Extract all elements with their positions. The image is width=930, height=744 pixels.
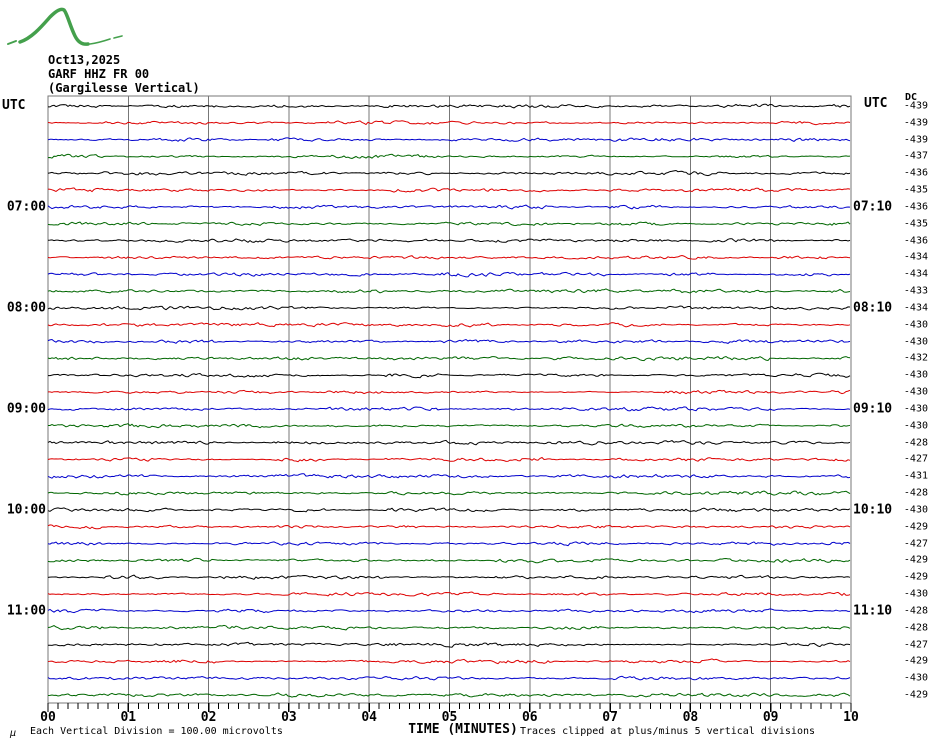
dc-value-10:00: -430 xyxy=(903,504,928,516)
x-tick-label-09: 09 xyxy=(762,710,779,725)
microvolt-scale-icon: µ xyxy=(10,728,17,739)
dc-value-09:50: -428 xyxy=(903,487,928,499)
dc-value-07:40: -434 xyxy=(903,268,928,280)
hour-label-right-11:10: 11:10 xyxy=(853,603,893,619)
dc-value-06:50: -435 xyxy=(903,184,928,196)
dc-value-11:40: -430 xyxy=(903,672,928,684)
hour-label-right-07:10: 07:10 xyxy=(853,199,893,215)
x-tick-label-04: 04 xyxy=(361,710,378,725)
x-tick-label-01: 01 xyxy=(120,710,137,725)
dc-value-10:10: -429 xyxy=(903,521,928,533)
x-tick-label-06: 06 xyxy=(521,710,538,725)
dc-value-09:00: -430 xyxy=(903,403,928,415)
dc-value-09:40: -431 xyxy=(903,470,928,482)
x-tick-label-00: 00 xyxy=(40,710,56,725)
dc-value-08:10: -430 xyxy=(903,319,928,331)
helicorder-page: Oct13,2025 GARF HHZ FR 00 (Gargilesse Vert… xyxy=(0,0,930,744)
x-tick-label-10: 10 xyxy=(843,710,859,725)
dc-value-07:20: -436 xyxy=(903,235,928,247)
dc-value-08:20: -430 xyxy=(903,336,928,348)
dc-value-10:30: -429 xyxy=(903,554,928,566)
x-tick-label-02: 02 xyxy=(200,710,217,725)
hour-label-left-07:00: 07:00 xyxy=(6,199,46,215)
dc-value-07:00: -436 xyxy=(903,201,928,213)
hour-label-left-10:00: 10:00 xyxy=(6,502,46,518)
hour-label-left-08:00: 08:00 xyxy=(6,300,46,316)
dc-value-11:00: -428 xyxy=(903,605,928,617)
dc-value-08:00: -434 xyxy=(903,302,928,314)
x-tick-label-07: 07 xyxy=(602,710,618,725)
x-tick-label-03: 03 xyxy=(281,710,297,725)
dc-value-08:40: -430 xyxy=(903,369,928,381)
hour-label-right-10:10: 10:10 xyxy=(853,502,893,518)
x-axis-title: TIME (MINUTES) xyxy=(408,722,518,737)
dc-value-07:50: -433 xyxy=(903,285,928,297)
hour-label-right-09:10: 09:10 xyxy=(853,401,893,417)
dc-value-10:20: -427 xyxy=(903,538,928,550)
dc-value-08:50: -430 xyxy=(903,386,928,398)
dc-value-11:10: -428 xyxy=(903,622,928,634)
dc-value-09:30: -427 xyxy=(903,453,928,465)
dc-value-11:30: -429 xyxy=(903,655,928,667)
hour-label-left-11:00: 11:00 xyxy=(6,603,46,619)
dc-value-07:30: -434 xyxy=(903,251,928,263)
dc-value-09:10: -430 xyxy=(903,420,928,432)
dc-value-06:40: -436 xyxy=(903,167,928,179)
dc-value-11:20: -427 xyxy=(903,639,928,651)
dc-value-06:20: -439 xyxy=(903,134,928,146)
dc-value-09:20: -428 xyxy=(903,437,928,449)
dc-value-06:00: -439 xyxy=(903,100,928,112)
dc-value-10:50: -430 xyxy=(903,588,928,600)
hour-label-left-09:00: 09:00 xyxy=(6,401,46,417)
dc-value-06:10: -439 xyxy=(903,117,928,129)
footnote-scale: Each Vertical Division = 100.00 microvol… xyxy=(30,726,283,737)
dc-value-11:50: -429 xyxy=(903,689,928,701)
x-tick-label-08: 08 xyxy=(682,710,699,725)
hour-label-right-08:10: 08:10 xyxy=(853,300,893,316)
dc-value-06:30: -437 xyxy=(903,150,928,162)
seismogram-plot xyxy=(47,95,852,712)
dc-value-08:30: -432 xyxy=(903,352,928,364)
dc-value-10:40: -429 xyxy=(903,571,928,583)
dc-value-07:10: -435 xyxy=(903,218,928,230)
footnote-clipping: Traces clipped at plus/minus 5 vertical … xyxy=(520,726,816,737)
